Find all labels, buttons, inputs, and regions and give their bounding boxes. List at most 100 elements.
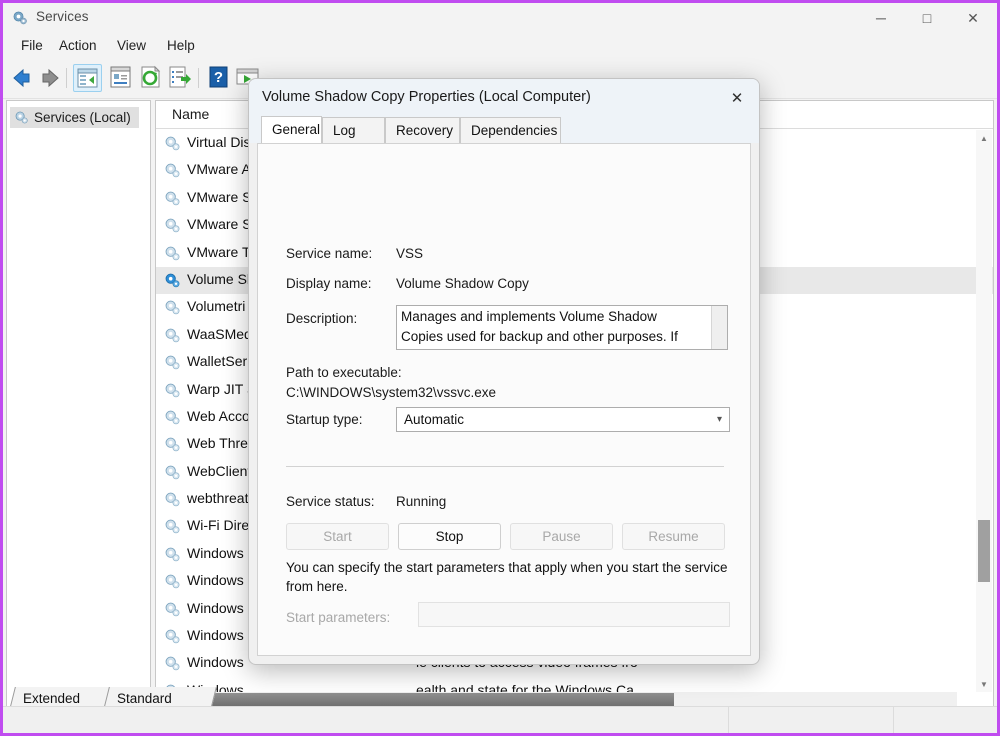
service-gear-icon	[164, 628, 181, 645]
export-list-icon	[169, 66, 191, 88]
sidebar-item-services-local[interactable]: Services (Local)	[10, 107, 139, 128]
service-name: WebClient	[187, 462, 252, 479]
status-bar	[3, 706, 997, 733]
column-header-name[interactable]: Name	[172, 106, 209, 122]
minimize-icon: ─	[876, 9, 886, 26]
service-name: VMware S	[187, 188, 252, 205]
service-name: Windows	[187, 654, 244, 671]
export-list-button[interactable]	[166, 64, 195, 92]
start-service-button[interactable]: Start	[286, 523, 389, 550]
description-scrollbar[interactable]	[711, 306, 727, 349]
properties-button[interactable]	[107, 64, 136, 92]
tab-dependencies[interactable]: Dependencies	[460, 117, 561, 143]
back-icon	[13, 68, 30, 88]
divider-above-status	[286, 466, 724, 467]
minimize-button[interactable]: ─	[858, 3, 904, 32]
service-name: Volume Sh	[187, 270, 255, 287]
help-icon: ?	[209, 66, 228, 88]
refresh-icon	[141, 65, 161, 88]
dialog-tab-strip: General Log On Recovery Dependencies	[249, 116, 759, 163]
service-gear-icon	[164, 299, 181, 316]
maximize-button[interactable]: □	[904, 3, 950, 32]
description-textbox[interactable]: Manages and implements Volume Shadow Cop…	[396, 305, 728, 350]
services-gear-icon	[12, 10, 28, 26]
scroll-down-icon[interactable]: ▼	[976, 676, 992, 692]
vertical-scroll-thumb[interactable]	[978, 520, 990, 582]
refresh-button[interactable]	[137, 64, 166, 92]
service-properties-dialog: Volume Shadow Copy Properties (Local Com…	[248, 78, 760, 665]
chevron-down-icon: ▾	[716, 414, 722, 425]
tab-recovery[interactable]: Recovery	[385, 117, 460, 143]
service-name: Windows	[187, 572, 244, 589]
status-divider-2	[893, 707, 894, 733]
service-name: Windows	[187, 599, 244, 616]
tab-general-label: General	[272, 122, 321, 137]
service-name: VMware S	[187, 216, 252, 233]
close-icon: ✕	[730, 90, 744, 107]
scroll-up-icon[interactable]: ▲	[976, 130, 992, 146]
help-button[interactable]: ?	[205, 64, 234, 92]
service-name: Virtual Dis	[187, 134, 251, 150]
pause-service-button[interactable]: Pause	[510, 523, 613, 550]
service-gear-icon	[164, 491, 181, 508]
service-name: WaaSMed	[187, 325, 252, 342]
startup-type-label: Startup type:	[286, 412, 363, 427]
startup-type-value: Automatic	[404, 412, 465, 427]
tab-log-on[interactable]: Log On	[322, 117, 385, 163]
toolbar-separator-2	[198, 68, 199, 88]
forward-button[interactable]	[36, 64, 65, 92]
resume-button-label: Resume	[648, 529, 699, 544]
service-gear-icon	[164, 518, 181, 535]
service-gear-icon	[164, 409, 181, 426]
start-parameters-label: Start parameters:	[286, 610, 391, 625]
service-name: VMware A	[187, 161, 251, 178]
dialog-general-panel: Service name: VSS Display name: Volume S…	[257, 143, 751, 656]
show-hide-console-tree-icon	[77, 68, 98, 88]
service-gear-icon	[164, 601, 181, 618]
menu-bar: File Action View Help	[3, 32, 997, 59]
toolbar-separator-1	[66, 68, 67, 88]
dialog-title-bar: Volume Shadow Copy Properties (Local Com…	[249, 79, 759, 117]
list-vertical-scrollbar[interactable]: ▲ ▼	[976, 130, 992, 692]
startup-type-select[interactable]: Automatic ▾	[396, 407, 730, 432]
display-name-value: Volume Shadow Copy	[396, 276, 529, 291]
service-name: WalletSer	[187, 353, 248, 370]
menu-item-view[interactable]: View	[109, 36, 154, 55]
tab-general[interactable]: General	[261, 116, 322, 143]
menu-item-action[interactable]: Action	[51, 36, 105, 55]
service-name-value: VSS	[396, 246, 424, 261]
service-gear-icon	[164, 464, 181, 481]
services-gear-icon	[15, 111, 28, 124]
svg-text:?: ?	[214, 69, 223, 86]
service-status-label: Service status:	[286, 494, 375, 509]
service-gear-icon	[164, 245, 181, 262]
services-window: Services ─ □ ✕ File Action View Help ? S…	[3, 3, 997, 733]
menu-item-help[interactable]: Help	[159, 36, 203, 55]
start-parameters-hint: You can specify the start parameters tha…	[286, 560, 728, 594]
service-gear-icon	[164, 135, 181, 152]
back-button[interactable]	[7, 64, 36, 92]
service-name: webthreat	[187, 490, 249, 507]
service-gear-icon	[164, 217, 181, 234]
start-parameters-input[interactable]	[418, 602, 730, 627]
stop-button-label: Stop	[435, 529, 464, 544]
service-name: Warp JIT S	[187, 380, 257, 397]
forward-icon	[42, 68, 59, 88]
display-name-label: Display name:	[286, 276, 372, 291]
window-title: Services	[36, 9, 89, 24]
stop-service-button[interactable]: Stop	[398, 523, 501, 550]
service-gear-icon	[164, 354, 181, 371]
menu-item-file[interactable]: File	[13, 36, 51, 55]
description-label: Description:	[286, 311, 358, 326]
sidebar-item-label: Services (Local)	[34, 110, 131, 125]
resume-service-button[interactable]: Resume	[622, 523, 725, 550]
service-name: Windows	[187, 544, 244, 561]
show-hide-console-tree-button[interactable]	[73, 64, 102, 92]
dialog-close-button[interactable]: ✕	[715, 79, 759, 117]
service-name: Windows	[187, 627, 244, 644]
service-gear-icon	[164, 655, 181, 672]
service-name: Wi-Fi Dire	[187, 517, 250, 534]
service-gear-icon	[164, 573, 181, 590]
service-name: Web Acco	[187, 407, 250, 424]
close-button[interactable]: ✕	[950, 3, 996, 32]
